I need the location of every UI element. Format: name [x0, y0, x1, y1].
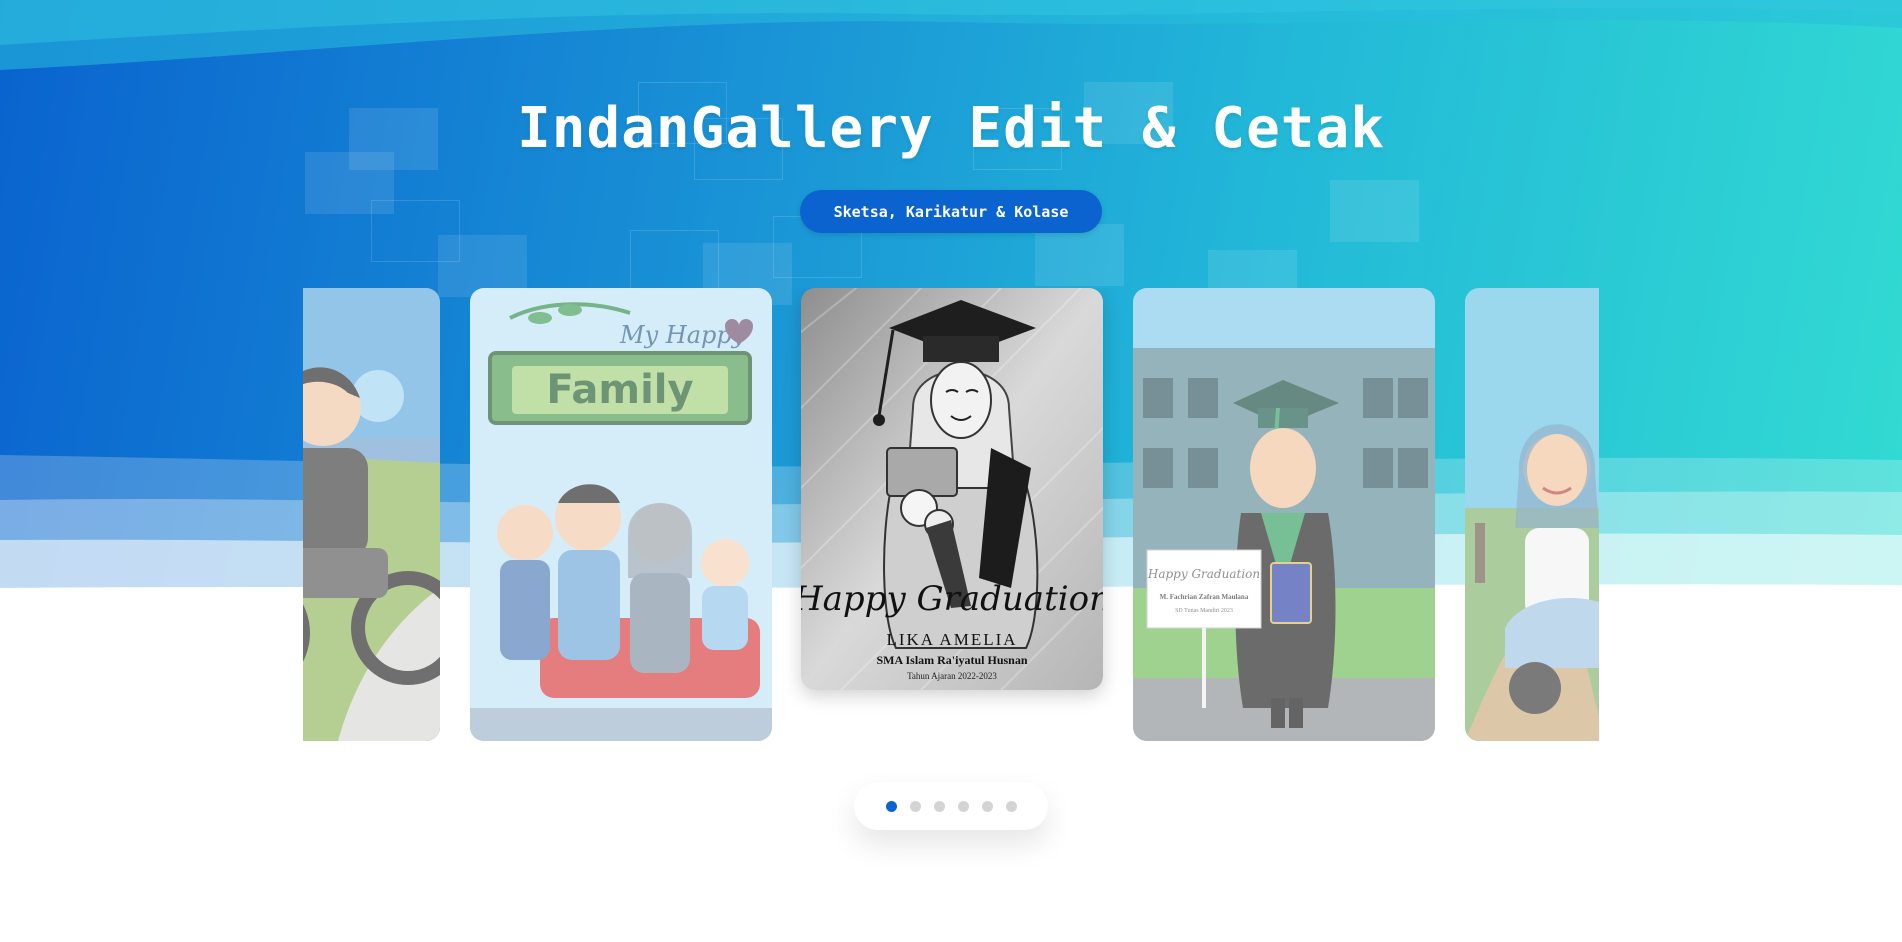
graduation-sketch-image: Happy Graduation LIKA AMELIA SMA Islam R…: [801, 288, 1103, 690]
gallery-slide-scooter[interactable]: [1465, 288, 1599, 741]
page-title: IndanGallery Edit & Cetak: [517, 96, 1385, 161]
carousel-dot-5[interactable]: [981, 800, 993, 812]
scooter-caricature-image: [1465, 288, 1599, 741]
image-school-text: SD Tunas Mandiri 2023: [1175, 608, 1233, 614]
carousel-dot-6[interactable]: [1005, 800, 1017, 812]
image-script-text: Happy Graduation: [1147, 567, 1260, 581]
gallery-slide-graduation-sketch[interactable]: Happy Graduation LIKA AMELIA SMA Islam R…: [801, 288, 1103, 690]
image-school-text: SMA Islam Ra'iyatul Husnan: [876, 653, 1027, 667]
family-caricature-image: My Happy Family: [470, 288, 772, 741]
gallery-carousel[interactable]: My Happy Family Happy Graduation LIKA AM…: [303, 288, 1599, 742]
decor-square: [1035, 224, 1124, 286]
carousel-pagination: [854, 782, 1048, 830]
image-name-text: M. Fachrian Zafran Maulana: [1160, 593, 1249, 601]
image-script-text: Happy Graduation: [801, 579, 1103, 619]
gallery-slide-motorcycle[interactable]: [303, 288, 440, 741]
carousel-dot-3[interactable]: [933, 800, 945, 812]
decor-square: [1330, 180, 1419, 242]
carousel-dot-2[interactable]: [909, 800, 921, 812]
svg-text:My Happy: My Happy: [619, 321, 746, 349]
graduation-caricature-image: Happy Graduation M. Fachrian Zafran Maul…: [1133, 288, 1435, 741]
image-year-text: Tahun Ajaran 2022-2023: [907, 671, 997, 681]
motorcycle-caricature-image: [303, 288, 440, 741]
carousel-dot-4[interactable]: [957, 800, 969, 812]
image-name-text: LIKA AMELIA: [886, 630, 1017, 649]
gallery-slide-family[interactable]: My Happy Family: [470, 288, 772, 741]
tagline-badge: Sketsa, Karikatur & Kolase: [800, 190, 1102, 233]
svg-text:Family: Family: [546, 367, 693, 413]
carousel-dot-1[interactable]: [885, 800, 897, 812]
gallery-slide-graduation-caricature[interactable]: Happy Graduation M. Fachrian Zafran Maul…: [1133, 288, 1435, 741]
top-wave: [0, 0, 1902, 70]
